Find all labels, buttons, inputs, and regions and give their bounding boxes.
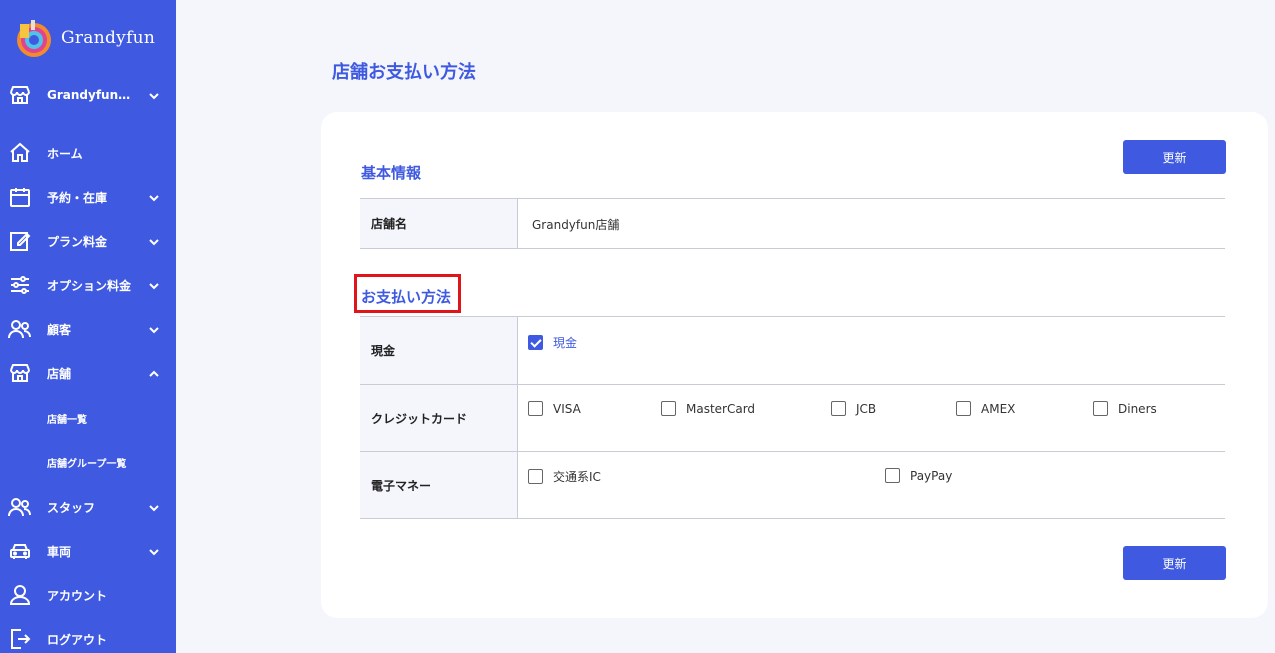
sidebar: Grandyfun Grandyfun… ホーム 予約・在庫 プラン料金 オプシ… <box>0 0 176 653</box>
users-icon <box>8 495 32 519</box>
chevron-up-icon <box>147 366 161 380</box>
checkbox-icon[interactable] <box>1093 401 1108 416</box>
update-button-bottom[interactable]: 更新 <box>1123 546 1226 580</box>
calendar-icon <box>8 185 32 209</box>
sidebar-item-label: スタッフ <box>47 500 96 515</box>
home-icon <box>8 141 32 165</box>
sidebar-item-label: ホーム <box>47 146 83 161</box>
checkbox-icon[interactable] <box>956 401 971 416</box>
amex-label: AMEX <box>981 401 1016 416</box>
sidebar-item-plan-price[interactable]: プラン料金 <box>0 224 176 258</box>
cash-checkbox[interactable]: 現金 <box>528 334 577 351</box>
table-row: 店舗名 Grandyfun店舗 <box>360 199 1225 249</box>
sidebar-item-option-price[interactable]: オプション料金 <box>0 268 176 302</box>
checkbox-icon[interactable] <box>661 401 676 416</box>
sliders-icon <box>8 273 32 297</box>
sidebar-item-label: 顧客 <box>47 322 72 337</box>
page-title: 店舗お支払い方法 <box>332 62 476 83</box>
paypay-checkbox[interactable]: PayPay <box>885 468 952 483</box>
table-row-cash: 現金 現金 <box>360 317 1225 385</box>
payment-methods-title: お支払い方法 <box>361 288 452 306</box>
chevron-down-icon <box>147 544 161 558</box>
sidebar-item-vehicles[interactable]: 車両 <box>0 534 176 568</box>
checkbox-icon[interactable] <box>528 469 543 484</box>
sidebar-item-home[interactable]: ホーム <box>0 136 176 170</box>
car-icon <box>8 539 32 563</box>
jcb-checkbox[interactable]: JCB <box>831 401 876 416</box>
mastercard-checkbox[interactable]: MasterCard <box>661 401 755 416</box>
chevron-down-icon <box>147 322 161 336</box>
sidebar-subitem-store-group-list[interactable]: 店舗グループ一覧 <box>0 448 176 476</box>
update-button-top[interactable]: 更新 <box>1123 140 1226 174</box>
basic-info-title: 基本情報 <box>361 164 422 182</box>
brand[interactable]: Grandyfun <box>14 18 155 58</box>
transit-ic-label: 交通系IC <box>553 470 601 484</box>
credit-card-label: クレジットカード <box>360 385 518 451</box>
sidebar-subitem-label: 店舗グループ一覧 <box>47 458 127 470</box>
chevron-down-icon <box>147 234 161 248</box>
jcb-label: JCB <box>856 401 877 416</box>
diners-label: Diners <box>1118 401 1157 416</box>
checkbox-icon[interactable] <box>831 401 846 416</box>
brand-name: Grandyfun <box>61 28 156 48</box>
table-row-emoney: 電子マネー 交通系IC PayPay <box>360 452 1225 519</box>
sidebar-item-stores[interactable]: 店舗 <box>0 356 176 390</box>
diners-checkbox[interactable]: Diners <box>1093 401 1157 416</box>
sidebar-item-store-selector[interactable]: Grandyfun… <box>0 78 176 112</box>
sidebar-item-label: オプション料金 <box>47 278 132 293</box>
payment-methods-table: 現金 現金 クレジットカード VISA MasterCard JCB AMEX … <box>360 316 1225 519</box>
brand-logo-icon <box>14 18 54 58</box>
chevron-down-icon <box>147 190 161 204</box>
chevron-down-icon <box>147 88 161 102</box>
sidebar-item-logout[interactable]: ログアウト <box>0 622 176 653</box>
chevron-down-icon <box>147 278 161 292</box>
sidebar-item-reservation[interactable]: 予約・在庫 <box>0 180 176 214</box>
sidebar-item-label: 予約・在庫 <box>47 190 108 205</box>
sidebar-item-label: アカウント <box>47 588 108 603</box>
store-name-value: Grandyfun店舗 <box>532 218 620 232</box>
sidebar-item-label: プラン料金 <box>47 234 108 249</box>
edit-icon <box>8 229 32 253</box>
user-icon <box>8 583 32 607</box>
cash-label: 現金 <box>360 317 518 384</box>
store-icon <box>8 361 32 385</box>
mastercard-label: MasterCard <box>686 401 756 416</box>
emoney-label: 電子マネー <box>360 452 518 518</box>
logout-icon <box>8 627 32 651</box>
amex-checkbox[interactable]: AMEX <box>956 401 1015 416</box>
table-row-credit-card: クレジットカード VISA MasterCard JCB AMEX Diners <box>360 385 1225 452</box>
sidebar-item-label: 店舗 <box>47 366 72 381</box>
visa-label: VISA <box>553 401 581 416</box>
checkbox-icon[interactable] <box>528 401 543 416</box>
chevron-down-icon <box>147 500 161 514</box>
cash-option-label: 現金 <box>553 336 578 350</box>
sidebar-item-staff[interactable]: スタッフ <box>0 490 176 524</box>
store-icon <box>8 83 32 107</box>
sidebar-item-label: Grandyfun… <box>47 88 131 102</box>
visa-checkbox[interactable]: VISA <box>528 401 581 416</box>
store-name-label: 店舗名 <box>360 199 518 248</box>
transit-ic-checkbox[interactable]: 交通系IC <box>528 468 601 485</box>
checkbox-checked-icon[interactable] <box>528 335 543 350</box>
sidebar-subitem-store-list[interactable]: 店舗一覧 <box>0 404 176 432</box>
sidebar-item-customers[interactable]: 顧客 <box>0 312 176 346</box>
checkbox-icon[interactable] <box>885 468 900 483</box>
sidebar-subitem-label: 店舗一覧 <box>47 414 87 426</box>
sidebar-item-account[interactable]: アカウント <box>0 578 176 612</box>
basic-info-table: 店舗名 Grandyfun店舗 <box>360 198 1225 249</box>
paypay-label: PayPay <box>910 468 953 483</box>
users-icon <box>8 317 32 341</box>
sidebar-item-label: 車両 <box>47 544 72 559</box>
sidebar-item-label: ログアウト <box>47 632 108 647</box>
